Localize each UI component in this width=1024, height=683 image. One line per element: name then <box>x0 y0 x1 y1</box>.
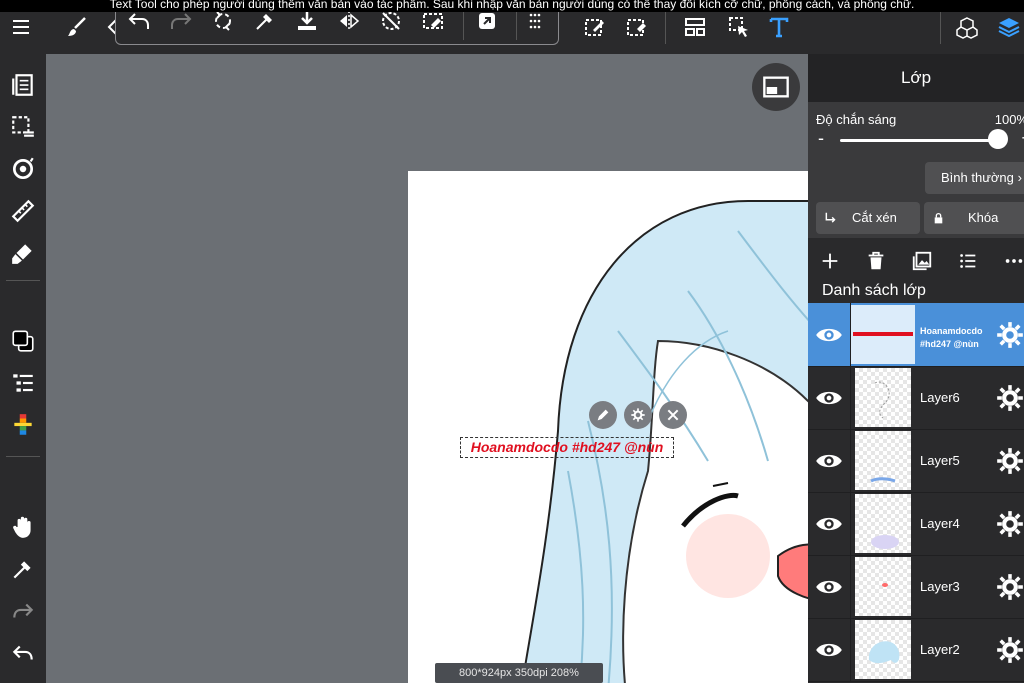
layer-row-4[interactable]: Layer4 <box>808 492 1024 556</box>
clip-lock-row: Cắt xén Khóa <box>808 200 1024 238</box>
layer-panel: Lớp Độ chắn sáng 100% - + Bình thường › … <box>808 54 1024 683</box>
clip-button[interactable]: Cắt xén <box>816 202 920 234</box>
layer-settings-gear-icon[interactable] <box>996 321 1024 349</box>
layer-name: Layer6 <box>920 390 960 405</box>
clip-label: Cắt xén <box>852 210 897 225</box>
close-text-button[interactable] <box>659 401 687 429</box>
layer-thumbnail <box>851 305 915 364</box>
layer-menu-icon[interactable] <box>955 248 981 274</box>
hand-icon[interactable] <box>8 512 38 542</box>
tutorial-caption: Text Tool cho phép người dùng thêm văn b… <box>0 0 1024 12</box>
layer-list-title: Danh sách lớp <box>822 282 926 299</box>
pages-icon[interactable] <box>8 70 38 100</box>
lock-icon <box>934 212 943 224</box>
selection-layer-icon[interactable] <box>8 112 38 142</box>
more-options-icon[interactable] <box>1001 248 1024 274</box>
brush-icon[interactable] <box>62 12 92 42</box>
layer-list: Hoanamdocdo #hd247 @nùn Layer6 Layer5 La… <box>808 303 1024 683</box>
add-layer-icon[interactable] <box>817 248 843 274</box>
visibility-eye-icon[interactable] <box>814 383 844 413</box>
left-toolbar <box>0 54 46 683</box>
import-image-icon[interactable] <box>909 248 935 274</box>
opacity-slider-track[interactable] <box>840 139 1000 142</box>
layer-row-3[interactable]: Layer3 <box>808 555 1024 619</box>
redo-side-icon[interactable] <box>8 596 38 626</box>
layer-list-icon[interactable] <box>8 368 38 398</box>
rotate-view-icon[interactable] <box>8 154 38 184</box>
layer-row-2[interactable]: Layer2 <box>808 618 1024 682</box>
trash-icon[interactable] <box>863 248 889 274</box>
opacity-value: 100% <box>994 112 1024 127</box>
opacity-label: Độ chắn sáng <box>816 112 897 127</box>
3d-model-icon[interactable] <box>952 12 982 42</box>
layer-thumbnail <box>855 368 911 427</box>
layer-row-5[interactable]: Layer5 <box>808 429 1024 493</box>
layer-settings-gear-icon[interactable] <box>996 573 1024 601</box>
layer-name: Layer4 <box>920 516 960 531</box>
visibility-eye-icon[interactable] <box>814 635 844 665</box>
opacity-slider-thumb[interactable] <box>988 129 1008 149</box>
canvas-info: 800*924px 350dpi 208% <box>435 663 603 683</box>
layer-actions-row <box>808 244 1024 280</box>
text-object[interactable]: Hoanamdocdo #hd247 @nùn <box>460 437 674 458</box>
edit-text-button[interactable] <box>589 401 617 429</box>
visibility-eye-icon[interactable] <box>814 572 844 602</box>
layer-thumbnail <box>855 431 911 490</box>
menu-icon[interactable] <box>6 12 36 42</box>
navigator-button[interactable] <box>752 63 800 111</box>
layer-settings-gear-icon[interactable] <box>996 510 1024 538</box>
layer-settings-gear-icon[interactable] <box>996 384 1024 412</box>
layer-thumbnail <box>855 494 911 553</box>
layer-row-6[interactable]: Layer6 <box>808 366 1024 430</box>
layout-icon[interactable] <box>680 12 710 42</box>
select-move-icon[interactable] <box>724 12 754 42</box>
layer-name: Hoanamdocdo #hd247 @nùn <box>920 326 983 349</box>
text-tool-icon[interactable] <box>764 12 794 42</box>
visibility-eye-icon[interactable] <box>814 446 844 476</box>
chevron-right-icon: › <box>1017 170 1022 185</box>
clip-arrow-icon <box>825 212 836 223</box>
layer-name: Layer5 <box>920 453 960 468</box>
layer-settings-gear-icon[interactable] <box>996 447 1024 475</box>
undo-side-icon[interactable] <box>8 638 38 668</box>
visibility-eye-icon[interactable] <box>814 320 844 350</box>
lock-button[interactable]: Khóa <box>924 202 1024 234</box>
layer-row-text[interactable]: Hoanamdocdo #hd247 @nùn <box>808 303 1024 367</box>
material-brush-icon[interactable] <box>8 238 38 268</box>
color-palette-icon[interactable] <box>8 410 38 440</box>
layers-icon[interactable] <box>994 12 1024 42</box>
layer-thumbnail <box>855 620 911 679</box>
dropper-icon[interactable] <box>8 554 38 584</box>
layer-thumbnail <box>855 557 911 616</box>
color-swatch-icon[interactable] <box>8 326 38 356</box>
ruler-icon[interactable] <box>8 196 38 226</box>
canvas-area[interactable]: Hoanamdocdo #hd247 @nùn 800*924px 350dpi… <box>46 54 808 683</box>
selection-pen-icon[interactable] <box>580 12 610 42</box>
layer-name: Layer2 <box>920 642 960 657</box>
blend-mode-button[interactable]: Bình thường › <box>925 162 1024 194</box>
selection-eraser-icon[interactable] <box>622 12 652 42</box>
panel-title: Lớp <box>808 54 1024 102</box>
layer-settings-gear-icon[interactable] <box>996 636 1024 664</box>
opacity-minus-button[interactable]: - <box>818 128 824 149</box>
text-settings-button[interactable] <box>624 401 652 429</box>
visibility-eye-icon[interactable] <box>814 509 844 539</box>
lock-label: Khóa <box>968 210 999 225</box>
layer-name: Layer3 <box>920 579 960 594</box>
